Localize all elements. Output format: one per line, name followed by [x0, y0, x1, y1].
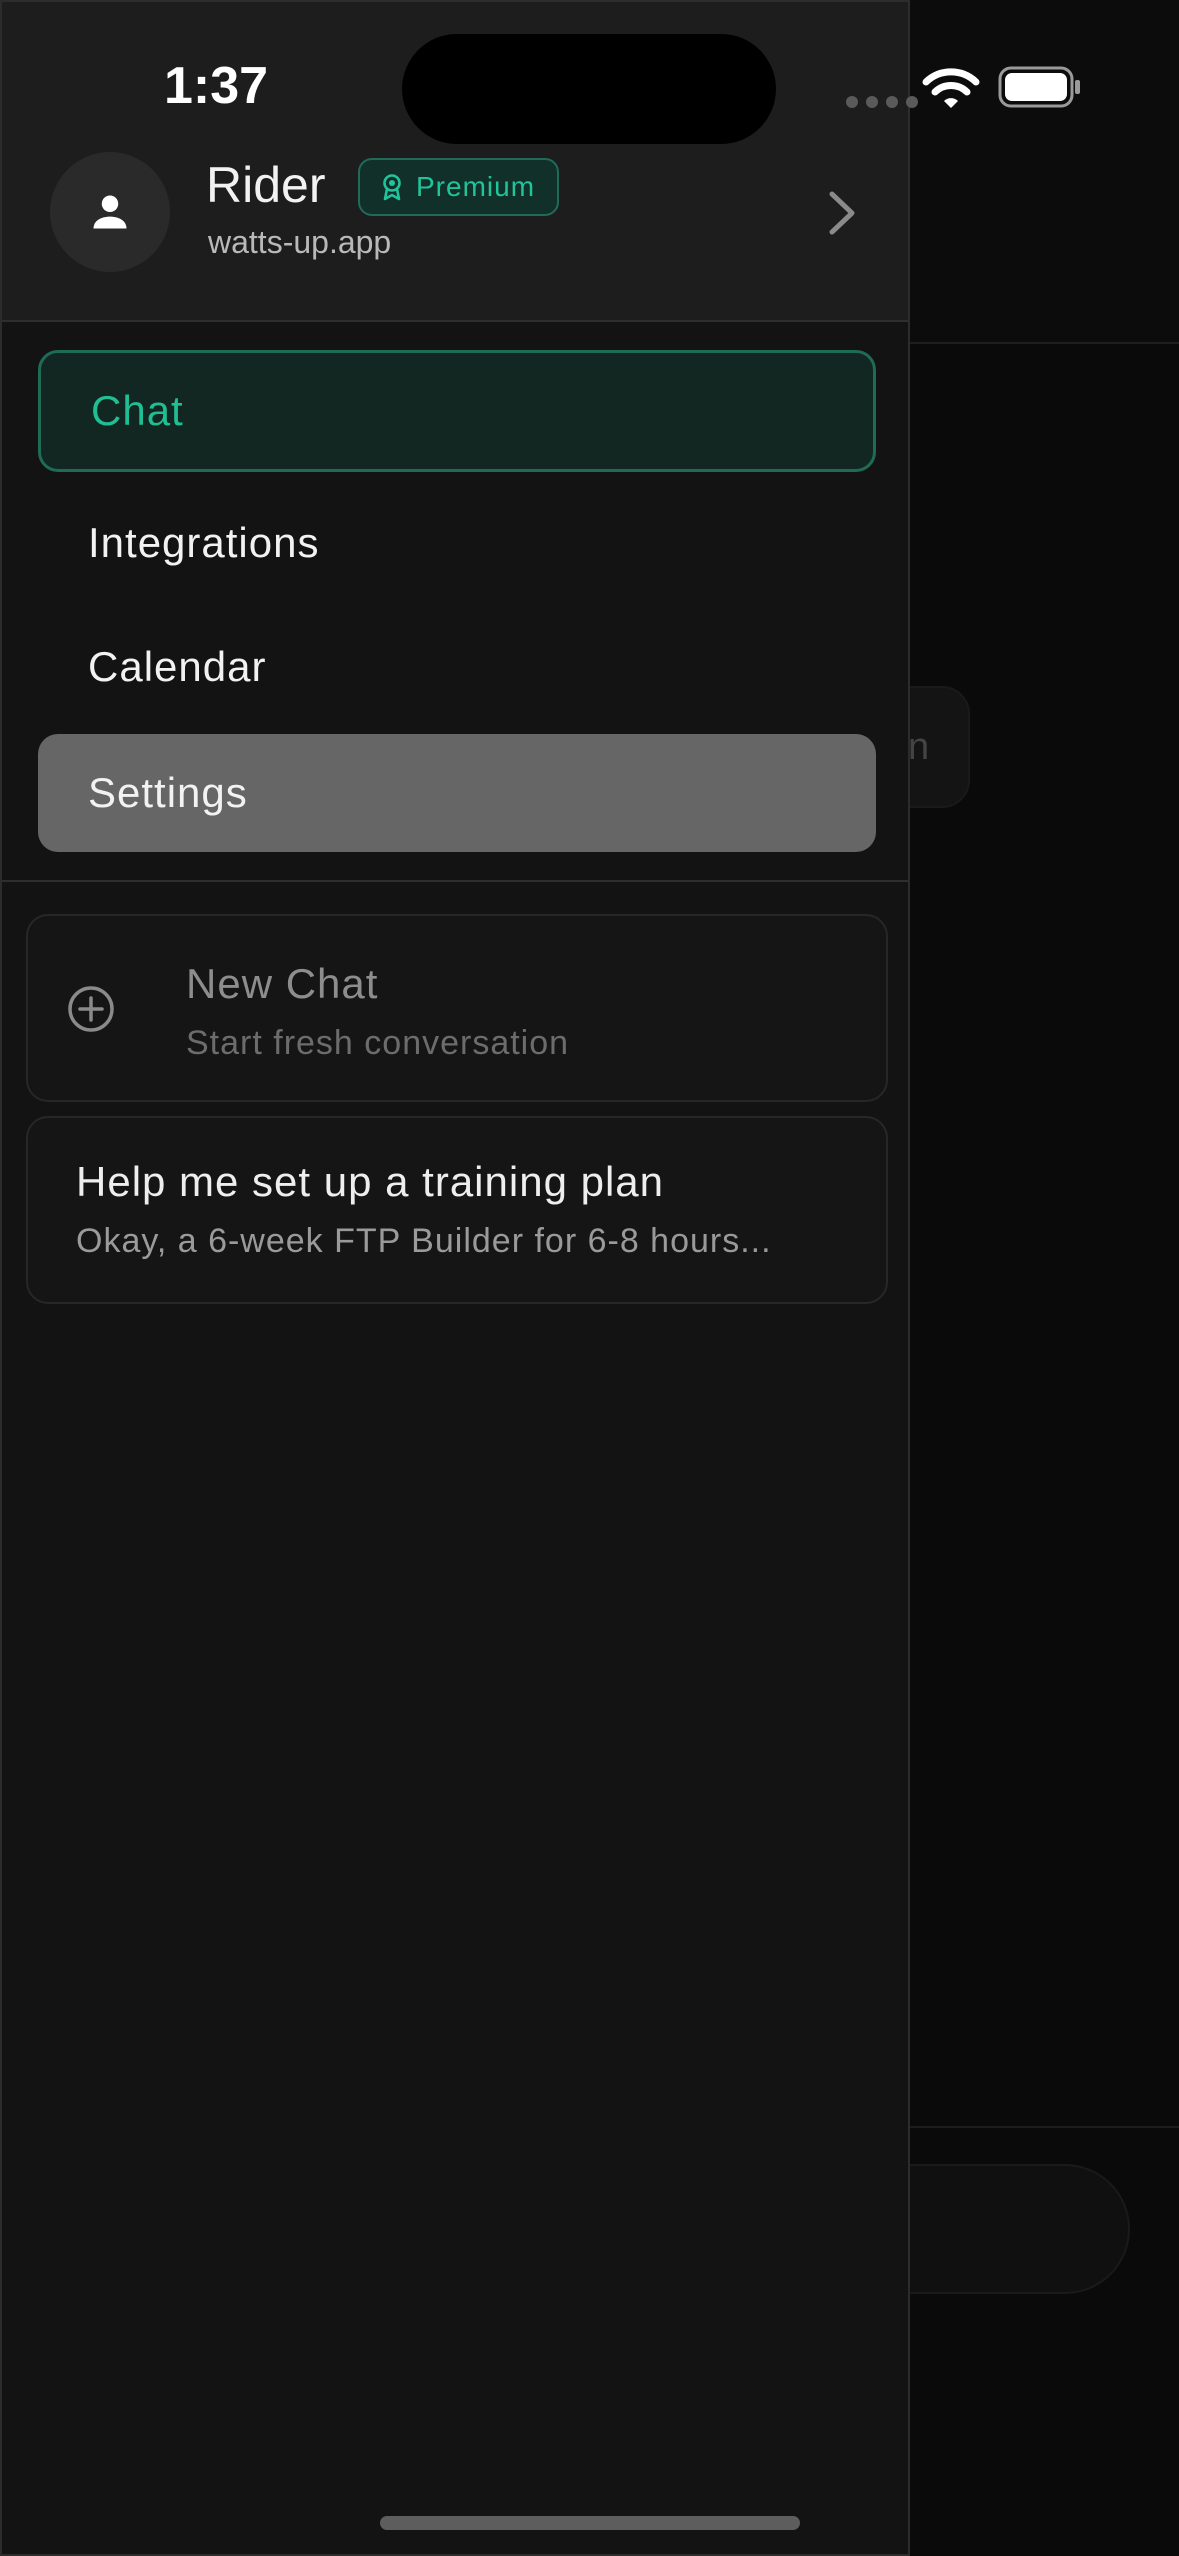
dynamic-island — [402, 34, 776, 144]
new-chat-title: New Chat — [186, 960, 379, 1007]
nav-item-settings-label: Settings — [88, 769, 248, 816]
new-chat-button[interactable]: New Chat Start fresh conversation — [26, 914, 888, 1102]
nav-item-calendar-label: Calendar — [88, 643, 267, 690]
wifi-icon — [922, 68, 980, 108]
nav-item-chat[interactable]: Chat — [38, 350, 876, 472]
profile-subtitle: watts-up.app — [208, 224, 392, 260]
battery-icon — [998, 66, 1080, 108]
status-time: 1:37 — [164, 57, 269, 115]
new-chat-subtitle: Start fresh conversation — [186, 1024, 570, 1062]
chat-history-title: Help me set up a training plan — [76, 1158, 664, 1205]
premium-badge-label: Premium — [416, 171, 536, 202]
background-button-label: n — [908, 726, 930, 768]
nav-item-integrations-label: Integrations — [88, 519, 320, 566]
drawer-divider — [2, 880, 908, 882]
nav-item-chat-label: Chat — [91, 387, 184, 434]
nav-item-integrations[interactable]: Integrations — [38, 482, 876, 604]
nav-item-settings[interactable]: Settings — [38, 734, 876, 852]
cellular-signal-icon — [846, 96, 918, 108]
chat-history-item[interactable]: Help me set up a training plan Okay, a 6… — [26, 1116, 888, 1304]
avatar[interactable] — [50, 152, 170, 272]
plus-circle-icon — [68, 986, 114, 1032]
premium-badge: Premium — [358, 158, 560, 216]
award-icon — [383, 174, 401, 201]
chat-history-preview: Okay, a 6-week FTP Builder for 6-8 hours… — [76, 1222, 772, 1260]
navigation-drawer: Rider Premium watts-up.app Chat Integrat… — [0, 0, 910, 2556]
nav-item-calendar[interactable]: Calendar — [38, 606, 876, 728]
profile-name: Rider — [206, 157, 326, 213]
chevron-right-icon[interactable] — [824, 188, 860, 238]
person-icon — [93, 195, 127, 229]
home-indicator[interactable] — [380, 2516, 800, 2530]
